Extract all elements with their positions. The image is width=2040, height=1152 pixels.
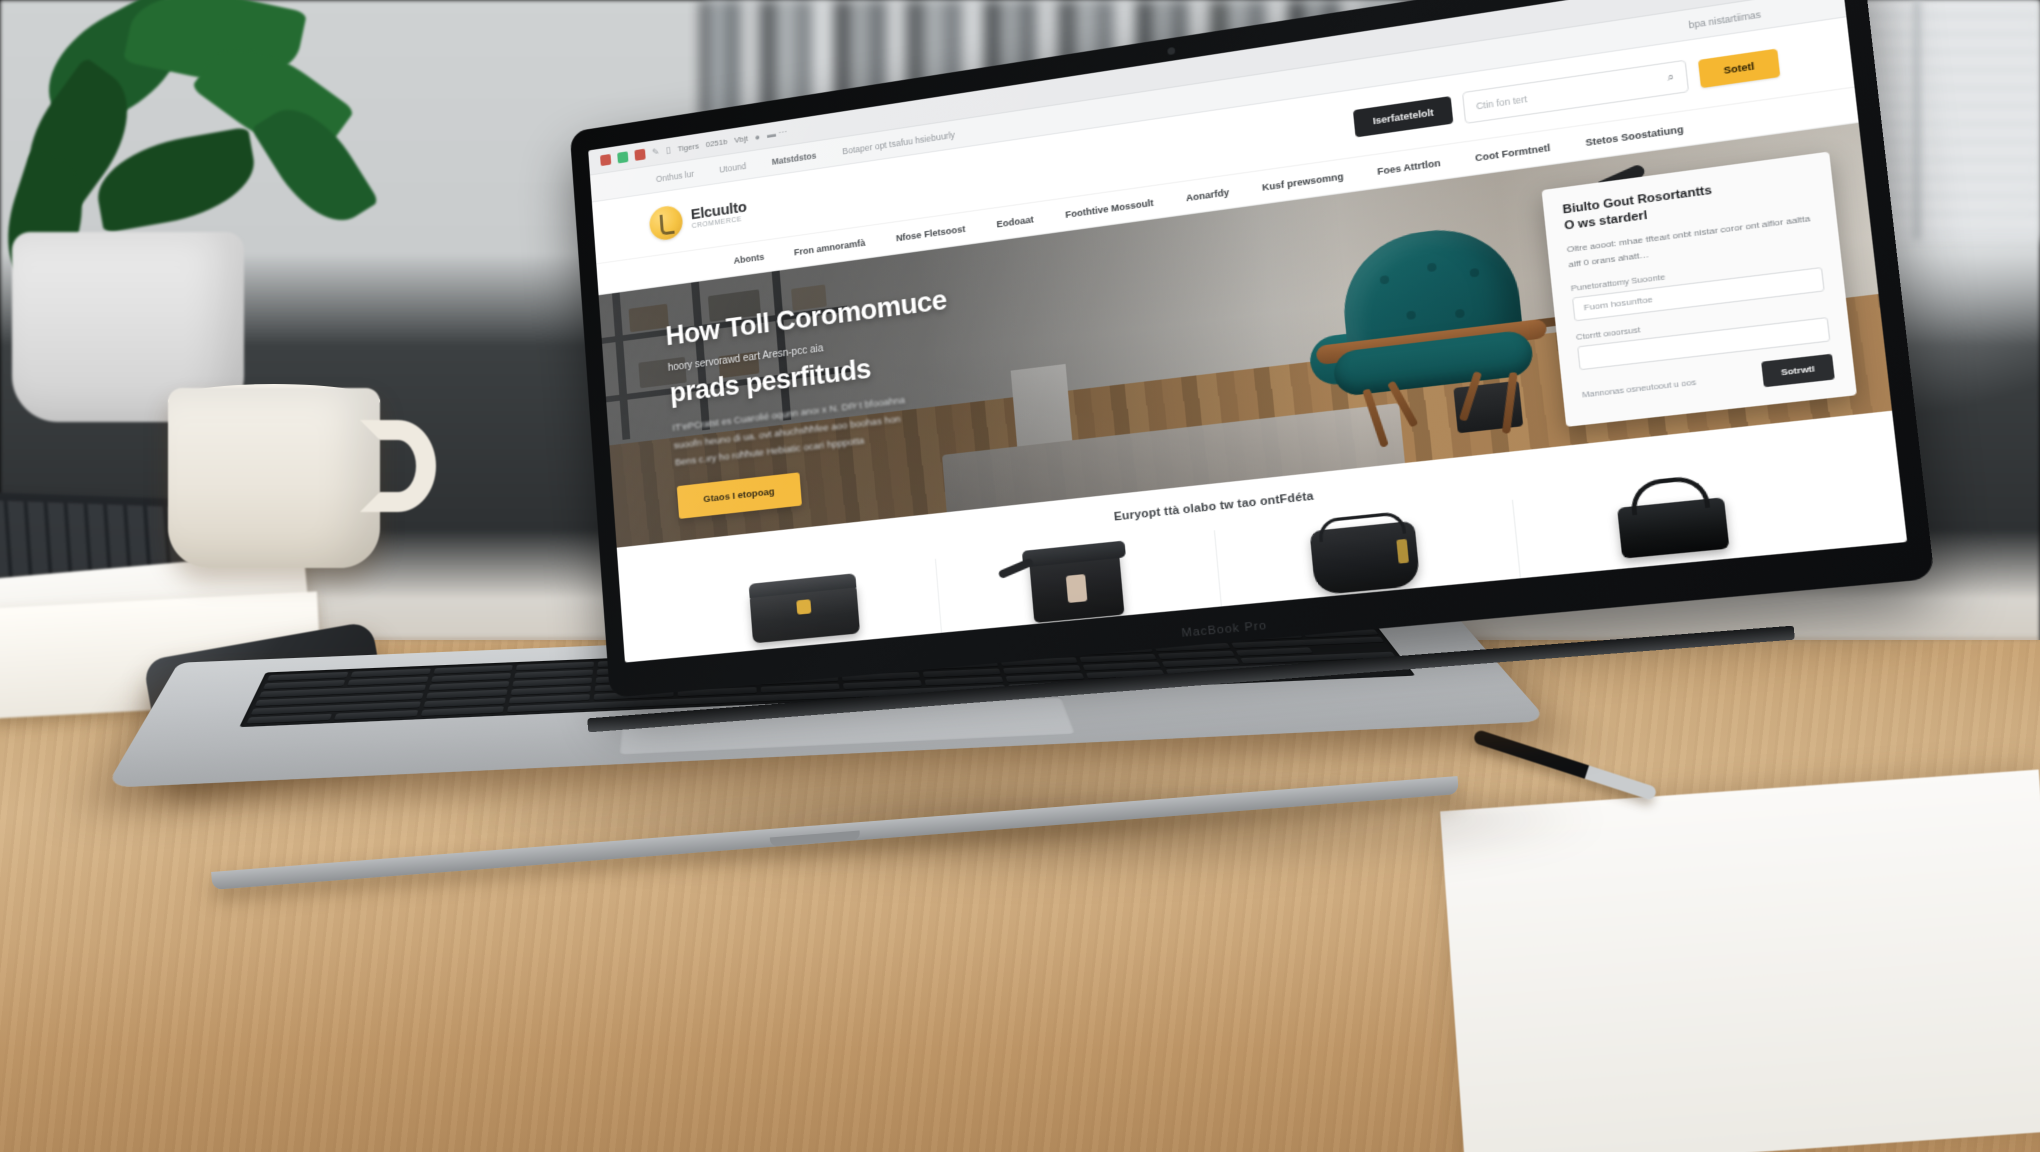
extension-icon[interactable]: ●	[754, 132, 760, 143]
bookmark-item[interactable]: Utound	[719, 160, 747, 174]
laptop: MacBook Pro ✎ ▯ Tigers 0251b Vbjt ● ▬ ⋯	[0, 0, 2040, 1152]
product-image	[1239, 503, 1494, 613]
nav-item-6[interactable]: Kusf prewsomng	[1261, 171, 1343, 193]
menu-icon[interactable]: ▬ ⋯	[767, 127, 788, 141]
nav-item-2[interactable]: Nfose Fletsoost	[895, 223, 965, 243]
scene: MacBook Pro ✎ ▯ Tigers 0251b Vbjt ● ▬ ⋯	[0, 0, 2040, 1152]
black-tote-bag-icon	[1617, 497, 1730, 559]
nav-item-5[interactable]: Aonarfdy	[1185, 187, 1229, 203]
tab-title[interactable]: Vbjt	[734, 134, 748, 145]
tab-favicon[interactable]	[634, 148, 646, 161]
smiley-bag-icon	[648, 203, 684, 242]
webcam-icon	[1167, 46, 1176, 56]
black-hobo-bag-icon	[1309, 520, 1421, 596]
signup-card: Biulto Gout Rosortantts O ws starderl Ol…	[1541, 151, 1857, 427]
product-image	[1538, 470, 1812, 585]
signup-card-note: Mannonas osneutoout u oos	[1581, 376, 1697, 400]
header-cta-button[interactable]: Sotetl	[1697, 47, 1781, 88]
signup-field1-value: Fuom hosunftoe	[1583, 294, 1654, 313]
site-logo[interactable]: Elcuulto CROMMERCE	[648, 194, 748, 242]
tab-favicon[interactable]	[617, 151, 629, 164]
product-image	[958, 533, 1197, 639]
nav-item-8[interactable]: Coot Formtnetl	[1475, 142, 1551, 163]
bookmark-overflow[interactable]: bpa nistartiimas	[1688, 8, 1761, 30]
bookmark-item[interactable]: Matstdstos	[771, 150, 816, 167]
bookmark-icon[interactable]: ▯	[666, 145, 672, 156]
search-placeholder: Ctin fon tert	[1475, 93, 1528, 112]
tab-title[interactable]: Tigers	[677, 141, 699, 153]
nav-item-4[interactable]: Foothtive Mossoult	[1065, 197, 1154, 219]
black-crossbody-bag-icon	[997, 549, 1125, 624]
bookmark-item[interactable]: Onthus lur	[656, 168, 695, 183]
edit-icon[interactable]: ✎	[652, 147, 660, 159]
tab-title[interactable]: 0251b	[705, 137, 727, 149]
nav-item-1[interactable]: Fron amnoramfà	[794, 237, 866, 257]
signup-submit-button[interactable]: Sotrwtl	[1760, 353, 1835, 387]
screen: ✎ ▯ Tigers 0251b Vbjt ● ▬ ⋯ Onthus lur U…	[588, 0, 1908, 663]
nav-item-9[interactable]: Stetos Soostatiung	[1585, 123, 1684, 147]
nav-item-7[interactable]: Foes Attrtlon	[1377, 157, 1441, 176]
laptop-lid: MacBook Pro ✎ ▯ Tigers 0251b Vbjt ● ▬ ⋯	[569, 0, 1935, 698]
account-button[interactable]: Iserfatetelolt	[1353, 95, 1454, 137]
search-input[interactable]: Ctin fon tert ⌕	[1461, 59, 1690, 124]
product-card[interactable]: Bodis woortdetn lace thusdongg tta Qonnn…	[672, 558, 949, 663]
nav-item-3[interactable]: Eodoaat	[996, 214, 1034, 229]
product-image	[694, 561, 919, 662]
tab-favicon[interactable]	[600, 153, 612, 167]
black-toiletry-bag-icon	[749, 582, 861, 644]
search-icon[interactable]: ⌕	[1667, 71, 1675, 84]
nav-item-0[interactable]: Abonts	[733, 251, 764, 265]
